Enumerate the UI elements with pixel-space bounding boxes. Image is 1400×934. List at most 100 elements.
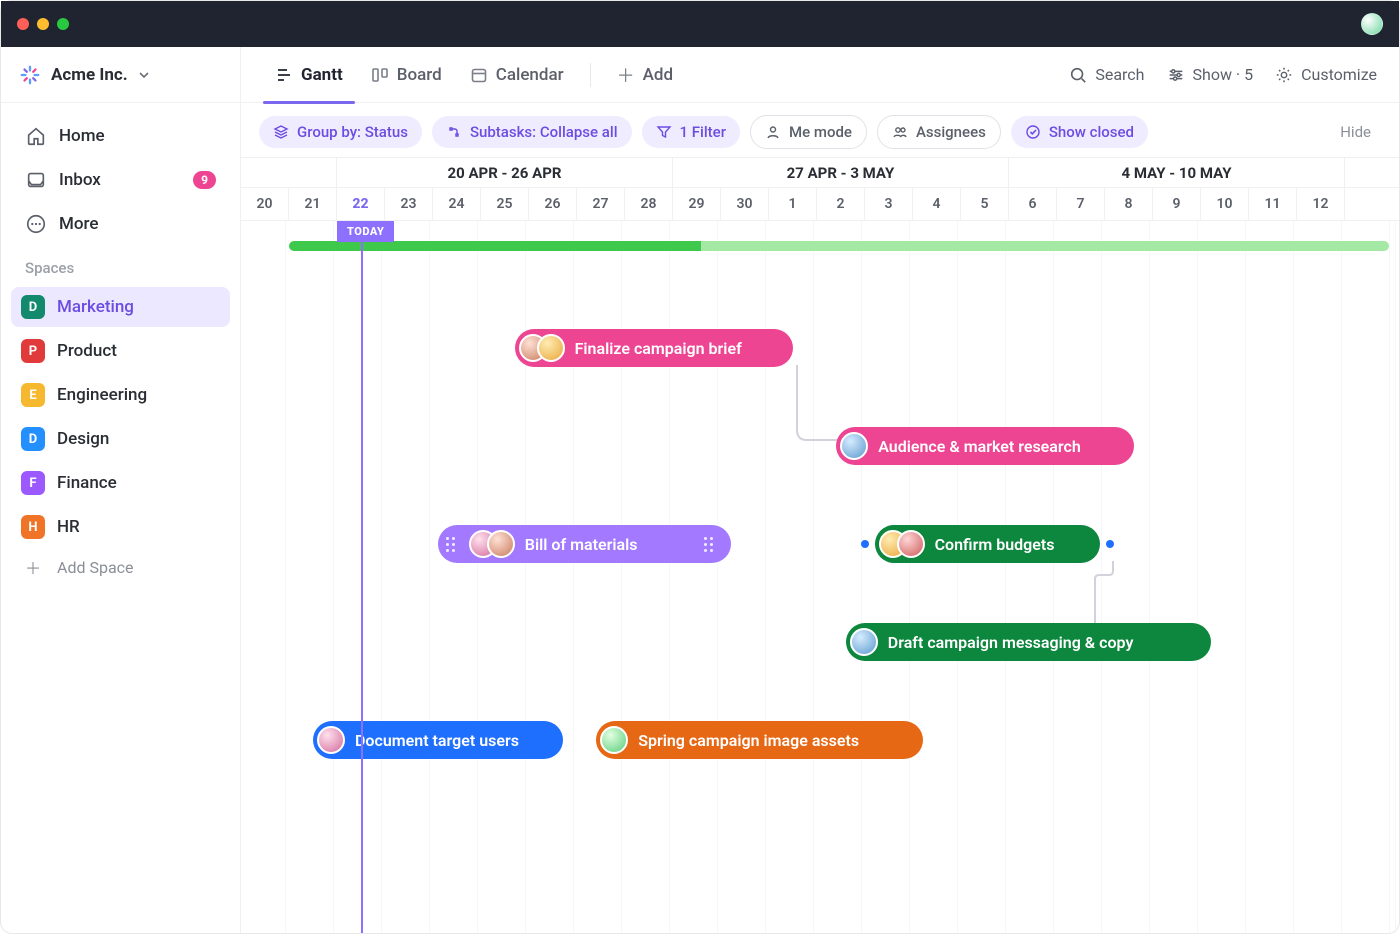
sliders-icon (1167, 66, 1185, 84)
gear-icon (1275, 66, 1293, 84)
day-cell[interactable]: 20 (241, 188, 289, 220)
drag-handle-icon[interactable] (442, 537, 459, 552)
day-cell[interactable]: 24 (433, 188, 481, 220)
space-item-design[interactable]: DDesign (11, 419, 230, 459)
task-label: Confirm budgets (935, 535, 1055, 554)
day-cell[interactable]: 25 (481, 188, 529, 220)
dependency-handle[interactable] (861, 540, 869, 548)
day-cell[interactable]: 22 (337, 188, 385, 220)
nav-home[interactable]: Home (15, 117, 226, 155)
maximize-window-button[interactable] (57, 18, 69, 30)
day-cell[interactable]: 28 (625, 188, 673, 220)
day-cell[interactable]: 4 (913, 188, 961, 220)
day-cell[interactable]: 29 (673, 188, 721, 220)
avatar[interactable] (537, 334, 565, 362)
avatar[interactable] (850, 628, 878, 656)
space-label: Engineering (57, 385, 147, 405)
tab-calendar[interactable]: Calendar (458, 47, 576, 103)
today-marker (361, 221, 363, 933)
minimize-window-button[interactable] (37, 18, 49, 30)
view-tabs-bar: Gantt Board Calendar ＋ Add Search (241, 47, 1399, 103)
space-item-finance[interactable]: FFinance (11, 463, 230, 503)
more-icon (25, 213, 47, 235)
day-cell[interactable]: 6 (1009, 188, 1057, 220)
space-label: Product (57, 341, 117, 361)
workspace-name: Acme Inc. (51, 65, 128, 85)
space-item-marketing[interactable]: DMarketing (11, 287, 230, 327)
day-cell[interactable]: 7 (1057, 188, 1105, 220)
day-cell[interactable]: 12 (1297, 188, 1345, 220)
filter-chip[interactable]: 1 Filter (642, 116, 741, 148)
space-label: HR (57, 517, 80, 537)
users-icon (892, 124, 908, 140)
assignee-avatars (840, 432, 868, 460)
space-item-engineering[interactable]: EEngineering (11, 375, 230, 415)
day-cell[interactable]: 2 (817, 188, 865, 220)
workspace-switcher[interactable]: Acme Inc. (1, 47, 240, 103)
avatar[interactable] (487, 530, 515, 558)
group-by-chip[interactable]: Group by: Status (259, 116, 422, 148)
day-cell[interactable]: 30 (721, 188, 769, 220)
task-label: Draft campaign messaging & copy (888, 633, 1134, 652)
space-initial-icon: D (21, 427, 45, 451)
add-view-button[interactable]: ＋ Add (605, 47, 685, 103)
avatar[interactable] (897, 530, 925, 558)
show-closed-chip[interactable]: Show closed (1011, 116, 1148, 148)
dependency-handle[interactable] (1106, 540, 1114, 548)
close-window-button[interactable] (17, 18, 29, 30)
summary-progress-bar (289, 241, 1389, 251)
chevron-down-icon (138, 69, 150, 81)
task-bar[interactable]: Finalize campaign brief (515, 329, 793, 367)
task-bar[interactable]: Audience & market research (836, 427, 1134, 465)
tab-divider (590, 63, 591, 87)
day-cell[interactable]: 21 (289, 188, 337, 220)
task-bar[interactable]: Spring campaign image assets (596, 721, 922, 759)
nav-inbox[interactable]: Inbox 9 (15, 161, 226, 199)
tab-board[interactable]: Board (359, 47, 454, 103)
user-icon (765, 124, 781, 140)
drag-handle-icon[interactable] (700, 537, 717, 552)
subtasks-chip[interactable]: Subtasks: Collapse all (432, 116, 632, 148)
day-cell[interactable]: 8 (1105, 188, 1153, 220)
show-button[interactable]: Show · 5 (1167, 65, 1254, 84)
avatar[interactable] (600, 726, 628, 754)
me-mode-chip[interactable]: Me mode (750, 115, 867, 149)
main-area: Gantt Board Calendar ＋ Add Search (241, 47, 1399, 933)
assignee-avatars (469, 530, 515, 558)
day-cell[interactable]: 27 (577, 188, 625, 220)
search-button[interactable]: Search (1069, 65, 1144, 84)
day-cell[interactable]: 1 (769, 188, 817, 220)
user-avatar[interactable] (1361, 13, 1383, 35)
home-icon (25, 125, 47, 147)
nav-more[interactable]: More (15, 205, 226, 243)
avatar[interactable] (317, 726, 345, 754)
day-cell[interactable]: 23 (385, 188, 433, 220)
assignees-chip[interactable]: Assignees (877, 115, 1001, 149)
task-bar[interactable]: Confirm budgets (875, 525, 1101, 563)
task-label: Document target users (355, 731, 519, 750)
space-label: Finance (57, 473, 117, 493)
add-space-button[interactable]: ＋ Add Space (11, 547, 230, 587)
subtasks-label: Subtasks: Collapse all (470, 123, 618, 141)
gantt-canvas[interactable]: TODAY Finalize campaign briefAudience & … (241, 221, 1399, 933)
task-bar[interactable]: Draft campaign messaging & copy (846, 623, 1211, 661)
space-initial-icon: D (21, 295, 45, 319)
customize-button[interactable]: Customize (1275, 65, 1377, 84)
task-bar[interactable]: Bill of materials (438, 525, 731, 563)
day-cell[interactable]: 10 (1201, 188, 1249, 220)
space-item-product[interactable]: PProduct (11, 331, 230, 371)
day-cell[interactable]: 9 (1153, 188, 1201, 220)
window-titlebar (1, 1, 1399, 47)
week-range-label: 20 APR - 26 APR (337, 158, 673, 187)
tab-gantt[interactable]: Gantt (263, 47, 355, 103)
hide-filter-bar[interactable]: Hide (1340, 123, 1371, 141)
day-cell[interactable]: 26 (529, 188, 577, 220)
day-cell[interactable]: 3 (865, 188, 913, 220)
day-cell[interactable]: 11 (1249, 188, 1297, 220)
task-label: Bill of materials (525, 535, 638, 554)
assignee-avatars (879, 530, 925, 558)
space-item-hr[interactable]: HHR (11, 507, 230, 547)
task-bar[interactable]: Document target users (313, 721, 563, 759)
day-cell[interactable]: 5 (961, 188, 1009, 220)
avatar[interactable] (840, 432, 868, 460)
